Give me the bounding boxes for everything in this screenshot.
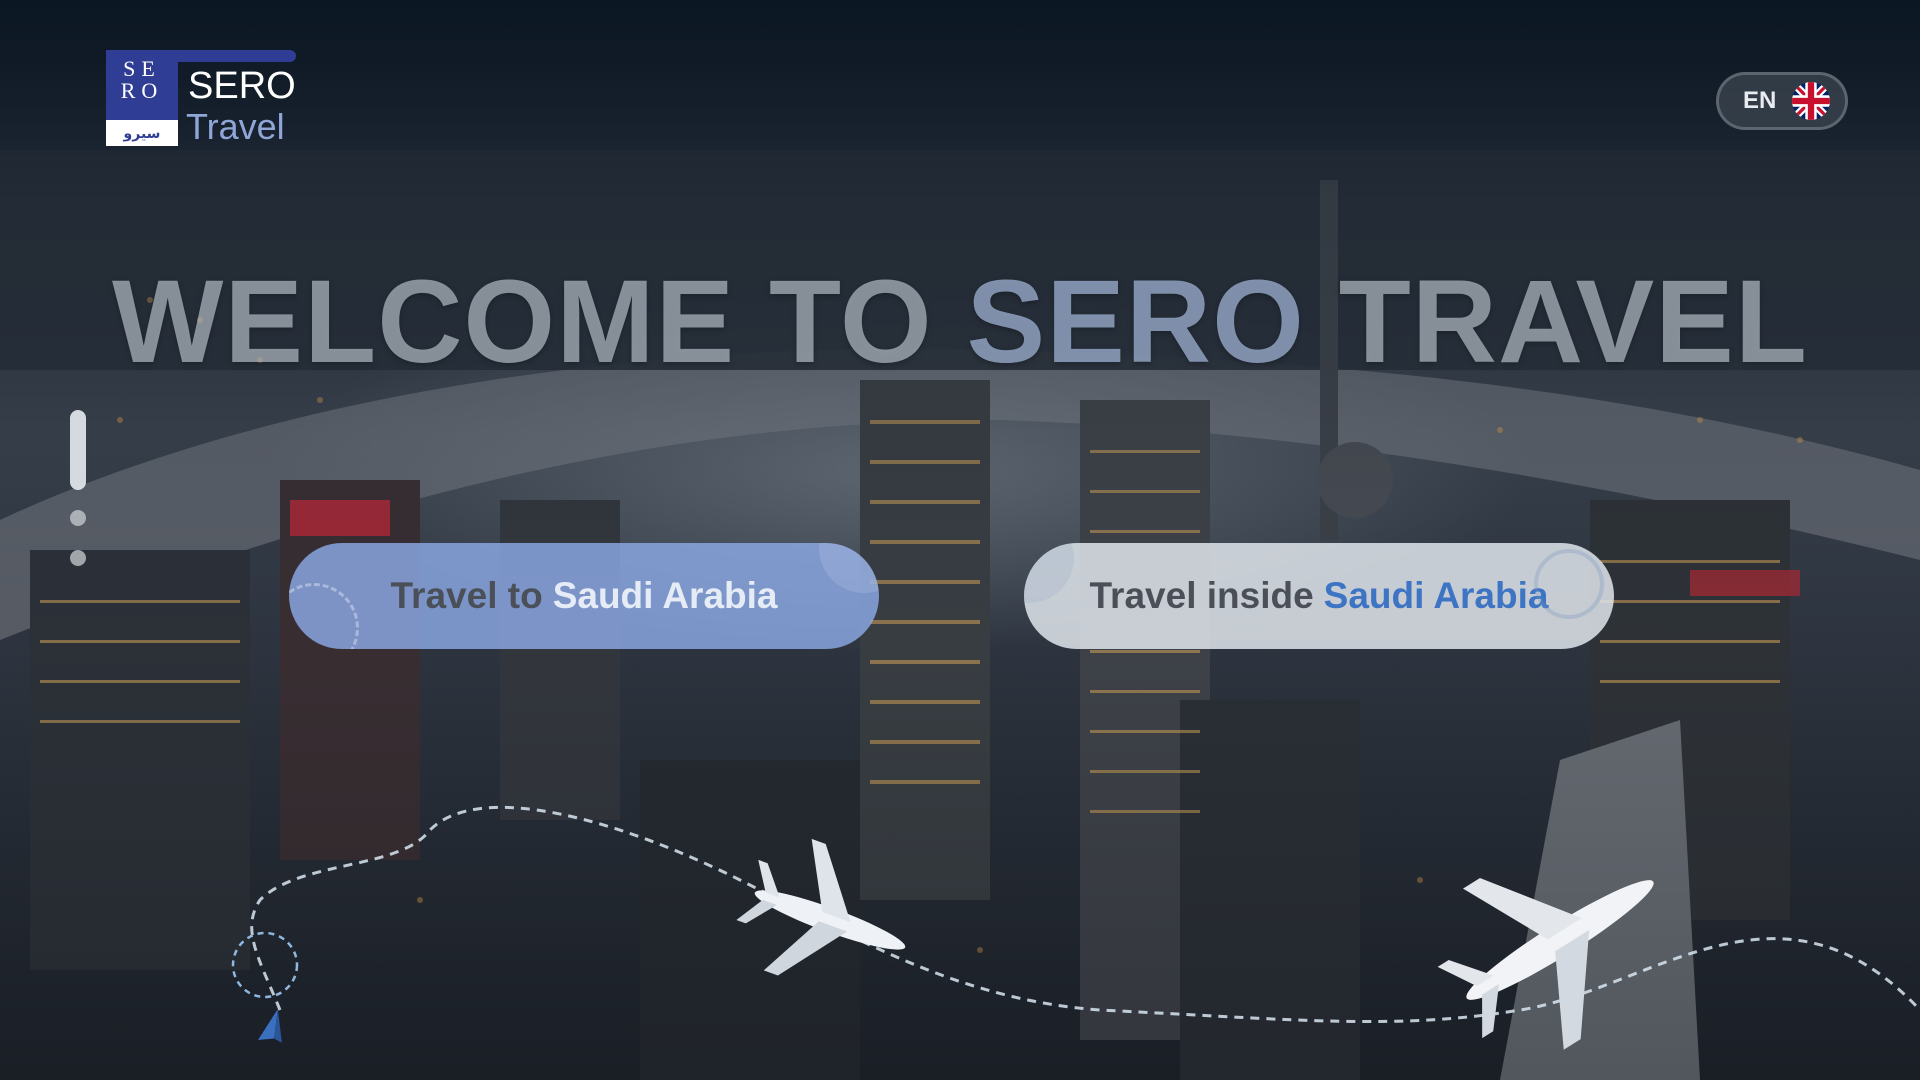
brand-logo[interactable]: SE RO سيرو SERO Travel [106, 50, 296, 146]
choice-plain-text: Travel to [390, 575, 543, 616]
airplane-icon [1437, 877, 1654, 1050]
hero-title-accent: SERO [966, 256, 1305, 388]
logo-bar [178, 50, 296, 62]
hero-title: WELCOME TO SERO TRAVEL [0, 262, 1920, 382]
paper-plane-icon [258, 1009, 282, 1043]
logo-mark-text: SE RO [120, 56, 164, 103]
choice-highlight-text: Saudi Arabia [552, 575, 778, 616]
hero-title-part2: TRAVEL [1304, 256, 1808, 388]
travel-inside-saudi-button[interactable]: Travel inside Saudi Arabia [1024, 543, 1614, 649]
decor-circle [1534, 549, 1604, 619]
logo-mark: SE RO سيرو [106, 50, 178, 146]
dashed-flight-route [250, 805, 1920, 1024]
logo-arabic-text: سيرو [106, 120, 178, 146]
decor-circle [289, 583, 359, 649]
hero-title-part1: WELCOME TO [112, 256, 967, 388]
choice-plain-text: Travel inside [1089, 575, 1314, 616]
slide-dot[interactable] [70, 510, 86, 526]
slide-dot[interactable] [70, 550, 86, 566]
choice-highlight-text: Saudi Arabia [1323, 575, 1549, 616]
decor-circle [819, 543, 879, 593]
uk-flag-icon [1792, 82, 1831, 120]
route-loop [231, 931, 299, 999]
logo-subtitle: Travel [186, 106, 285, 147]
airplane-icon [736, 838, 906, 976]
flight-path-graphic [231, 805, 1920, 1050]
slide-indicator [70, 410, 86, 570]
language-switcher[interactable]: EN [1716, 72, 1848, 130]
travel-to-saudi-button[interactable]: Travel to Saudi Arabia [289, 543, 879, 649]
slide-dot-active[interactable] [70, 410, 86, 490]
logo-name: SERO [188, 65, 296, 107]
language-code: EN [1743, 87, 1777, 114]
decor-circle [1024, 543, 1074, 603]
